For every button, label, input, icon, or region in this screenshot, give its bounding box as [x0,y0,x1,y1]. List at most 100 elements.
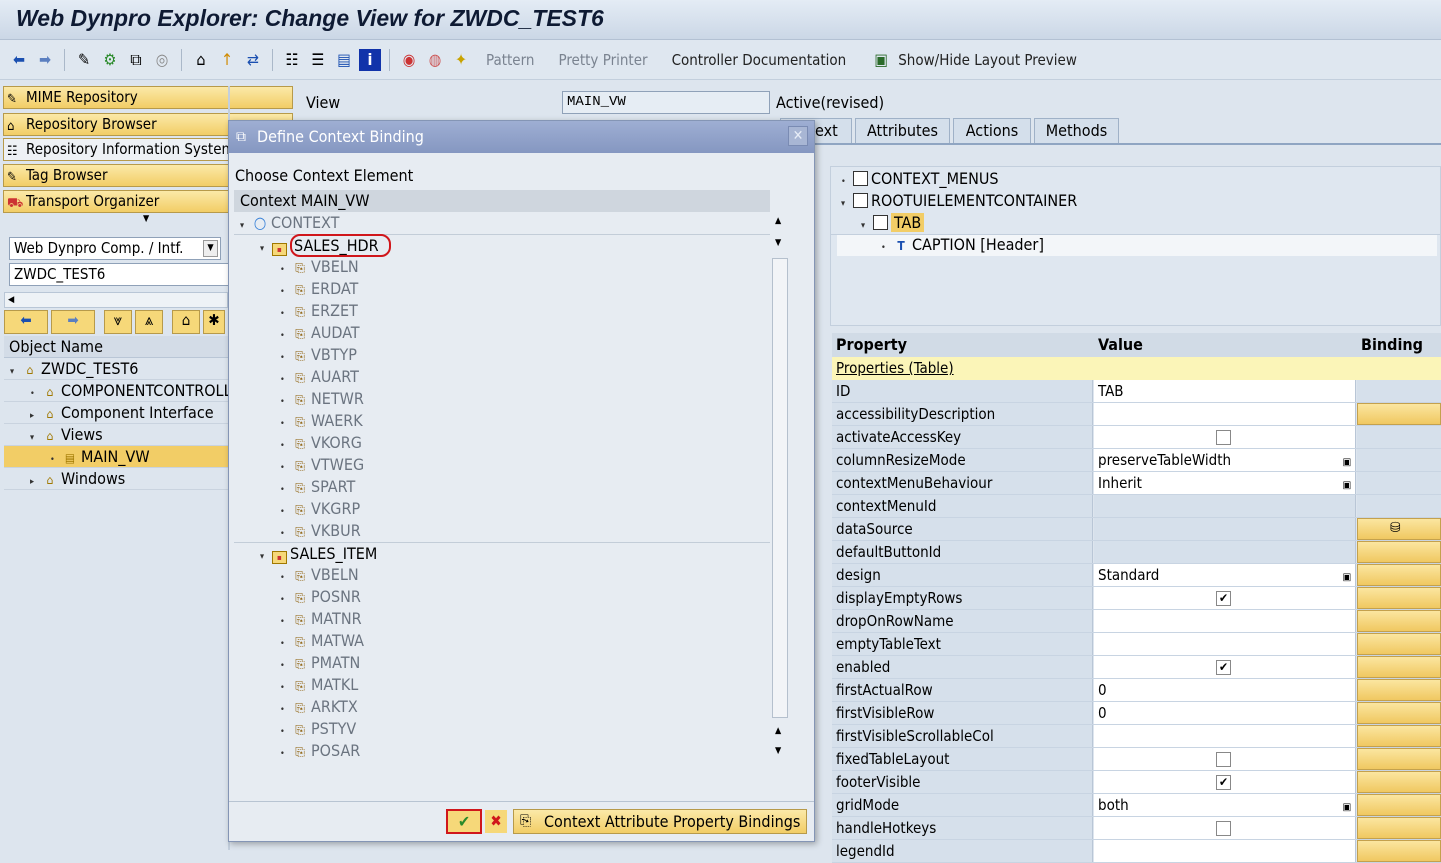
property-value[interactable] [1094,840,1356,862]
stack-icon[interactable]: ☰ [307,49,329,71]
collapse-all-icon[interactable]: ⩓ [135,310,163,334]
activate-icon[interactable]: ⧉ [125,49,147,71]
dropdown-icon[interactable]: ▣ [1342,475,1351,497]
binding-button[interactable] [1357,564,1441,586]
debug-icon[interactable]: ◍ [424,49,446,71]
check-icon[interactable]: ⚙ [99,49,121,71]
context-tree-item[interactable]: • ⎘ AUDAT [234,322,770,344]
where-used-icon[interactable]: ◎ [151,49,173,71]
context-tree-item[interactable]: • ⎘ SPART [234,476,770,498]
test-icon[interactable]: ◉ [398,49,420,71]
property-value[interactable] [1094,633,1356,655]
previous-object-icon[interactable]: ⬅ [4,310,48,334]
context-tree-item[interactable]: • ⎘ POSAR [234,740,770,762]
ui-tree-item[interactable]: • T CAPTION [Header] [837,234,1437,256]
scroll-up-icon[interactable]: ▲ [775,726,781,736]
object-name-input[interactable]: ZWDC_TEST6 [9,263,228,286]
pin-icon[interactable]: ↑ [216,49,238,71]
scrollbar-thumb[interactable] [772,258,788,718]
back-arrow-icon[interactable]: ⬅ [8,49,30,71]
close-icon[interactable]: ✕ [788,126,808,146]
context-tree-item[interactable]: • ⎘ PMATN [234,652,770,674]
mime-repository-button[interactable]: ✎ MIME Repository [3,86,293,109]
next-object-icon[interactable]: ➡ [51,310,95,334]
property-value[interactable]: both ▣ [1094,794,1356,816]
context-tree-item[interactable]: • ⎘ NETWR [234,388,770,410]
scroll-up-icon[interactable]: ▲ [775,216,781,226]
pretty-printer-button[interactable]: Pretty Printer [548,51,657,69]
property-checkbox[interactable] [1216,752,1231,767]
binding-button[interactable] [1357,794,1441,816]
tab-attributes[interactable]: Attributes [855,118,950,143]
tree-item[interactable]: ▸ ⌂ Component Interface [4,402,228,424]
table-icon[interactable]: ▤ [333,49,355,71]
ui-tree-item[interactable]: ▾ TAB [837,212,1437,234]
property-value[interactable]: ✔ [1094,771,1356,793]
binding-button[interactable] [1357,702,1441,724]
show-hide-layout-preview-button[interactable]: Show/Hide Layout Preview [896,51,1087,69]
binding-button[interactable] [1357,748,1441,770]
tree-toggle-icon[interactable]: ▸ [30,471,42,493]
binding-button[interactable]: ⛁ [1357,518,1441,540]
cancel-x-button[interactable]: ✖ [485,810,507,833]
binding-button[interactable] [1357,679,1441,701]
binding-button[interactable] [1357,840,1441,862]
property-value[interactable]: 0 [1094,679,1356,701]
ui-tree-item[interactable]: • CONTEXT_MENUS [837,168,1437,190]
property-value[interactable]: 0 [1094,702,1356,724]
context-tree-item[interactable]: • ⎘ ERZET [234,300,770,322]
dropdown-icon[interactable]: ▣ [1342,567,1351,589]
property-checkbox[interactable]: ✔ [1216,591,1231,606]
dropdown-icon[interactable]: ▣ [1342,797,1351,819]
binding-button[interactable] [1357,610,1441,632]
property-value[interactable]: TAB [1094,380,1356,402]
context-tree-item[interactable]: • ⎘ VKORG [234,432,770,454]
tree-item[interactable]: ▾ ⌂ ZWDC_TEST6 [4,358,228,380]
property-value[interactable] [1094,426,1356,448]
navigate-icon[interactable]: ⇄ [242,49,264,71]
context-tree-item[interactable]: • ⎘ VTWEG [234,454,770,476]
tree-item[interactable]: ▸ ⌂ Windows [4,468,228,490]
context-tree-item[interactable]: • ⎘ POSNR [234,586,770,608]
property-value[interactable]: Standard ▣ [1094,564,1356,586]
property-checkbox[interactable]: ✔ [1216,775,1231,790]
vertical-scrollbar[interactable]: ▲ ▼ ▲ ▼ [771,212,789,762]
expand-all-icon[interactable]: ⩔ [104,310,132,334]
tree-item[interactable]: • ▤ MAIN_VW [4,446,228,468]
chevron-down-icon[interactable]: ▼ [203,240,218,257]
tree-toggle-icon[interactable]: • [280,743,292,762]
context-tree-item[interactable]: • ⎘ VKBUR [234,520,770,542]
property-value[interactable]: ✔ [1094,587,1356,609]
tree-item[interactable]: ▾ ⌂ Views [4,424,228,446]
properties-section-link[interactable]: Properties (Table) [832,357,1441,380]
binding-button[interactable] [1357,817,1441,839]
context-tree-item[interactable]: ▾ ▪ SALES_ITEM [234,542,770,564]
context-tree-item[interactable]: • ⎘ VBELN [234,564,770,586]
hierarchy-icon[interactable]: ⌂ [190,49,212,71]
binding-button[interactable] [1357,541,1441,563]
context-tree-item[interactable]: • ⎘ ARKTX [234,696,770,718]
horizontal-scrollbar[interactable]: ◀ [4,292,228,308]
dropdown-icon[interactable]: ▣ [1342,452,1351,474]
context-tree-item[interactable]: • ⎘ MATKL [234,674,770,696]
tree-toggle-icon[interactable]: • [881,237,893,259]
wizard-icon[interactable]: ✦ [450,49,472,71]
property-value[interactable]: Inherit ▣ [1094,472,1356,494]
tree-item[interactable]: • ⌂ COMPONENTCONTROLLER [4,380,251,402]
property-value[interactable] [1094,748,1356,770]
new-icon[interactable]: ✱ [203,310,225,334]
scroll-down-icon[interactable]: ▼ [775,746,781,756]
pattern-button[interactable]: Pattern [476,51,544,69]
property-checkbox[interactable] [1216,821,1231,836]
property-value[interactable] [1094,403,1356,425]
tab-methods[interactable]: Methods [1034,118,1119,143]
binding-button[interactable] [1357,633,1441,655]
property-checkbox[interactable] [1216,430,1231,445]
context-tree-item[interactable]: ▾ ○ CONTEXT [234,212,770,234]
binding-button[interactable] [1357,771,1441,793]
property-value[interactable] [1094,817,1356,839]
hierarchy-up-icon[interactable]: ⌂ [172,310,200,334]
context-tree-item[interactable]: ▾ ▪ SALES_HDR [234,234,770,257]
confirm-check-button[interactable]: ✔ [446,809,482,834]
context-tree-item[interactable]: • ⎘ MATWA [234,630,770,652]
